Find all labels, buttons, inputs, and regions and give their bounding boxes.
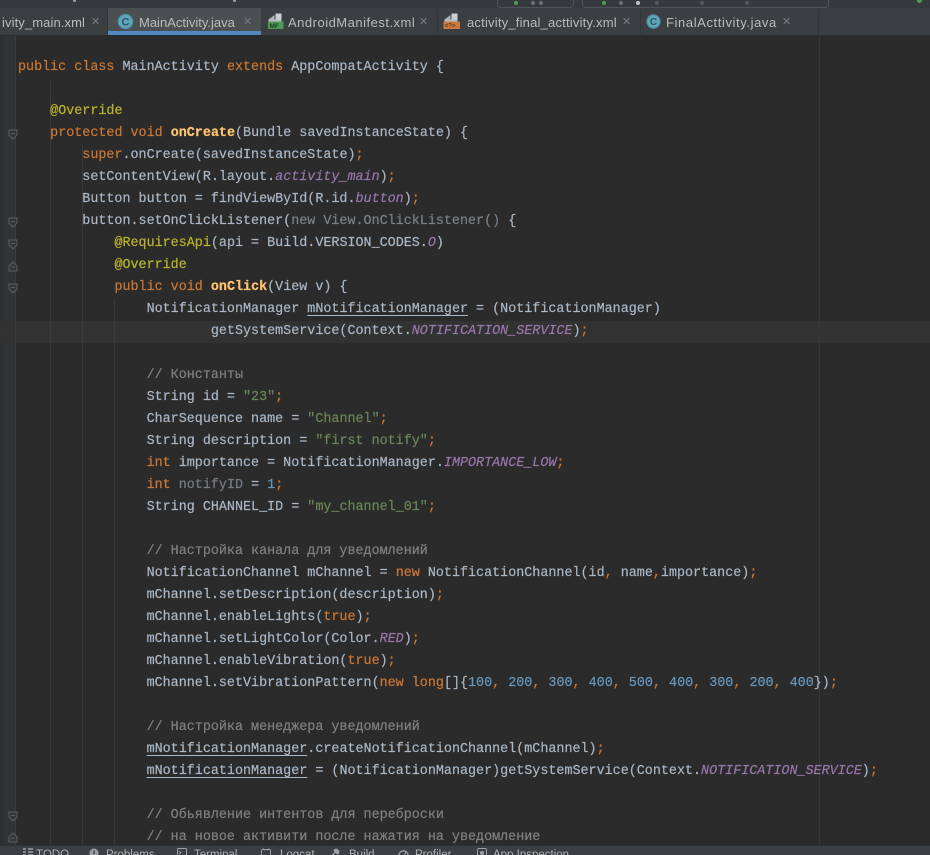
svg-text:C: C bbox=[122, 17, 130, 29]
svg-text:C: C bbox=[650, 17, 657, 28]
svg-text:<?>: <?> bbox=[445, 24, 456, 29]
svg-text:MF: MF bbox=[270, 23, 279, 29]
